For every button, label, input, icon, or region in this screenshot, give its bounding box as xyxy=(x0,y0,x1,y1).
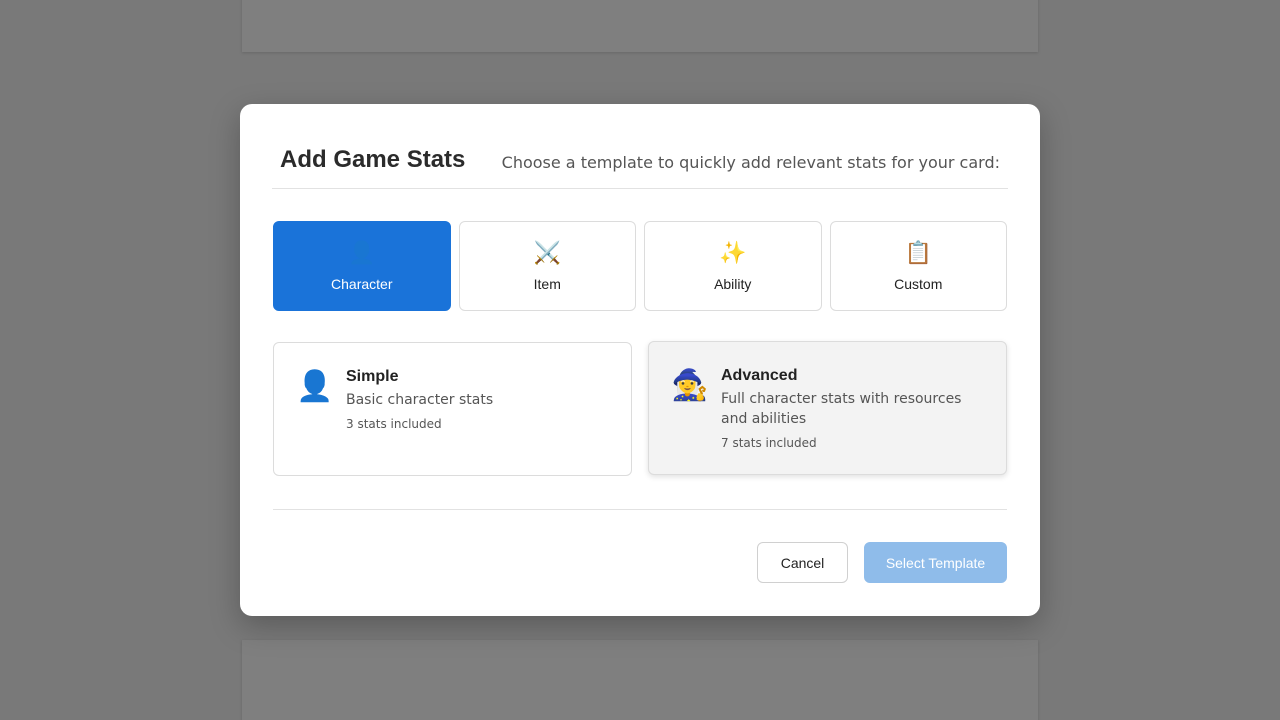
tab-label: Ability xyxy=(714,276,752,292)
tab-ability[interactable]: ✨ Ability xyxy=(644,221,822,311)
template-stat-count: 3 stats included xyxy=(346,417,442,431)
person-silhouette-icon: 👤 xyxy=(348,240,376,265)
tab-item[interactable]: ⚔️ Item xyxy=(458,221,636,311)
tab-character[interactable]: 👤 Character xyxy=(273,221,451,311)
template-options: 👤 Simple Basic character stats 3 stats i… xyxy=(273,341,1007,476)
person-silhouette-icon: 👤 xyxy=(296,370,334,403)
select-template-button[interactable]: Select Template xyxy=(864,542,1007,583)
tab-label: Custom xyxy=(894,276,943,292)
mage-icon: 🧙‍♀️ xyxy=(671,369,709,402)
tab-label: Item xyxy=(533,276,561,292)
template-description: Basic character stats xyxy=(346,392,494,408)
template-card-simple[interactable]: 👤 Simple Basic character stats 3 stats i… xyxy=(273,342,632,476)
footer-divider xyxy=(273,509,1007,510)
modal-header: Add Game Stats Choose a template to quic… xyxy=(272,104,1008,189)
template-description: Full character stats with resources and … xyxy=(721,391,962,427)
clipboard-icon: 📋 xyxy=(904,240,932,265)
add-game-stats-modal: Add Game Stats Choose a template to quic… xyxy=(240,104,1040,616)
template-stat-count: 7 stats included xyxy=(721,436,817,450)
template-type-tabs: 👤 Character ⚔️ Item ✨ Ability 📋 Custom xyxy=(273,221,1007,311)
modal-subtitle: Choose a template to quickly add relevan… xyxy=(501,153,1000,172)
sparkles-icon: ✨ xyxy=(719,240,747,265)
template-name: Simple xyxy=(346,368,399,385)
template-name: Advanced xyxy=(721,367,798,384)
cancel-button[interactable]: Cancel xyxy=(757,542,848,583)
crossed-swords-icon: ⚔️ xyxy=(533,240,561,265)
tab-custom[interactable]: 📋 Custom xyxy=(829,221,1007,311)
template-card-advanced[interactable]: 🧙‍♀️ Advanced Full character stats with … xyxy=(648,341,1007,475)
tab-label: Character xyxy=(331,276,393,292)
modal-title: Add Game Stats xyxy=(280,146,466,173)
